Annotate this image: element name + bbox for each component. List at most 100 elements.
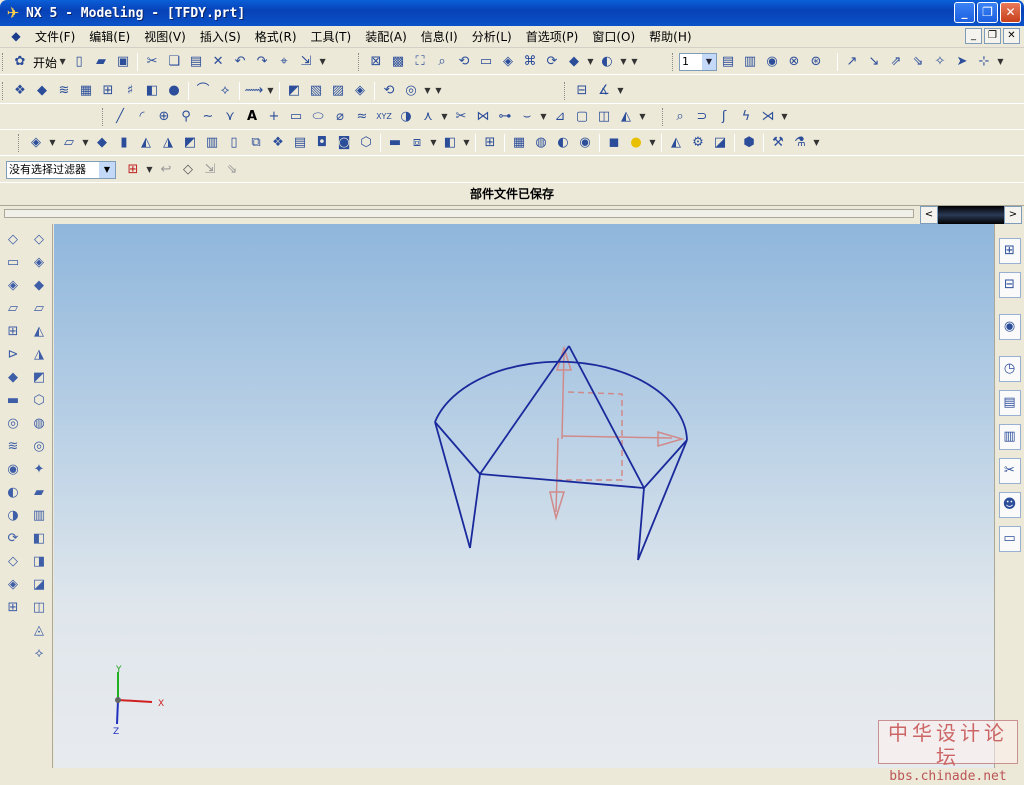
edit-1-icon[interactable]: ⌕: [670, 107, 690, 127]
measure-angle-icon[interactable]: ∡: [594, 81, 614, 101]
curve-tool-3-icon[interactable]: ⇗: [886, 52, 906, 72]
basic-point-icon[interactable]: +: [264, 107, 284, 127]
menu-file[interactable]: 文件(F): [28, 27, 82, 47]
curve-tool-7-icon[interactable]: ⊹: [974, 52, 994, 72]
menu-tools[interactable]: 工具(T): [304, 27, 359, 47]
fillet-curve-icon[interactable]: ⌣: [517, 107, 537, 127]
surface-16-icon[interactable]: ◈: [2, 574, 24, 596]
feature-2-icon[interactable]: ▮: [114, 133, 134, 153]
doc-minimize-button[interactable]: _: [965, 28, 982, 44]
app-15-icon[interactable]: ◈: [350, 81, 370, 101]
menu-assemblies[interactable]: 装配(A): [358, 27, 414, 47]
menu-help[interactable]: 帮助(H): [642, 27, 698, 47]
model-canvas[interactable]: Y X Z: [54, 224, 994, 768]
start-dropdown-icon[interactable]: ▼: [58, 52, 67, 72]
freeform-7-icon[interactable]: ◩: [28, 367, 50, 389]
pan-icon[interactable]: ▭: [476, 52, 496, 72]
curve-tool-6-icon[interactable]: ➤: [952, 52, 972, 72]
menu-edit[interactable]: 编辑(E): [82, 27, 137, 47]
web-browser-icon[interactable]: ▭: [998, 526, 1021, 552]
orient-view-icon[interactable]: ◐: [597, 52, 617, 72]
app-13-icon[interactable]: ▧: [306, 81, 326, 101]
new-icon[interactable]: ▯: [69, 52, 89, 72]
feature-27-icon[interactable]: ⚗: [790, 133, 810, 153]
perspective-icon[interactable]: ◈: [498, 52, 518, 72]
delete-icon[interactable]: ✕: [208, 52, 228, 72]
edit-4-icon[interactable]: ϟ: [736, 107, 756, 127]
filter-solid-icon[interactable]: ◇: [178, 160, 198, 180]
surface-3-icon[interactable]: ◈: [2, 275, 24, 297]
feature-22-icon[interactable]: ◭: [666, 133, 686, 153]
cube-icon[interactable]: ◼: [604, 133, 624, 153]
freeform-6-icon[interactable]: ◮: [28, 344, 50, 366]
layer-category-icon[interactable]: ⊛: [806, 52, 826, 72]
freeform-14-icon[interactable]: ◧: [28, 528, 50, 550]
filter-face-icon[interactable]: ⇘: [222, 160, 242, 180]
paste-icon[interactable]: ▤: [186, 52, 206, 72]
feature-15-icon[interactable]: ⧈: [407, 133, 427, 153]
text-icon[interactable]: A: [242, 107, 262, 127]
reuse-library-icon[interactable]: ▤: [998, 390, 1021, 416]
trim-icon[interactable]: ✂: [451, 107, 471, 127]
surface-17-icon[interactable]: ⊞: [2, 597, 24, 619]
app-9-icon[interactable]: ⌒: [193, 81, 213, 101]
feature-12-icon[interactable]: ◙: [334, 133, 354, 153]
app-11-icon[interactable]: ⟿: [244, 81, 264, 101]
start-icon[interactable]: ✿: [10, 52, 30, 72]
law-curve-icon[interactable]: ≈: [352, 107, 372, 127]
spline-icon[interactable]: ∼: [198, 107, 218, 127]
work-layer-select[interactable]: 1: [679, 53, 717, 71]
surface-7-icon[interactable]: ◆: [2, 367, 24, 389]
feature-11-icon[interactable]: ◘: [312, 133, 332, 153]
freeform-1-icon[interactable]: ◇: [28, 229, 50, 251]
copy-icon[interactable]: ❏: [164, 52, 184, 72]
constraint-navigator-icon[interactable]: ⊟: [998, 272, 1021, 298]
redo-icon[interactable]: ↷: [252, 52, 272, 72]
bridge-icon[interactable]: ⋏: [418, 107, 438, 127]
surface-14-icon[interactable]: ⟳: [2, 528, 24, 550]
app-12-icon[interactable]: ◩: [284, 81, 304, 101]
menu-format[interactable]: 格式(R): [248, 27, 304, 47]
doc-close-button[interactable]: ✕: [1003, 28, 1020, 44]
app-17-icon[interactable]: ◎: [401, 81, 421, 101]
part-navigator-icon-side[interactable]: ◉: [998, 314, 1021, 340]
freeform-2-icon[interactable]: ◈: [28, 252, 50, 274]
feature-5-icon[interactable]: ◩: [180, 133, 200, 153]
surface-13-icon[interactable]: ◑: [2, 505, 24, 527]
point-set-icon[interactable]: ⚲: [176, 107, 196, 127]
part-navigator-icon[interactable]: ◈: [26, 133, 46, 153]
freeform-10-icon[interactable]: ◎: [28, 436, 50, 458]
layer-settings-icon[interactable]: ▤: [718, 52, 738, 72]
sketch-icon[interactable]: ▱: [59, 133, 79, 153]
copy-to-layer-icon[interactable]: ⊗: [784, 52, 804, 72]
surface-1-icon[interactable]: ◇: [2, 229, 24, 251]
restore-icon[interactable]: ⌘: [520, 52, 540, 72]
curve-length-icon[interactable]: ▢: [572, 107, 592, 127]
move-to-layer-icon[interactable]: ◉: [762, 52, 782, 72]
app-14-icon[interactable]: ▨: [328, 81, 348, 101]
feature-17-icon[interactable]: ⊞: [480, 133, 500, 153]
shaded-icon[interactable]: ◆: [564, 52, 584, 72]
offset-icon[interactable]: ◑: [396, 107, 416, 127]
feature-7-icon[interactable]: ▯: [224, 133, 244, 153]
surface-8-icon[interactable]: ▬: [2, 390, 24, 412]
freeform-5-icon[interactable]: ◭: [28, 321, 50, 343]
feature-14-icon[interactable]: ▬: [385, 133, 405, 153]
rotate-icon[interactable]: ⟲: [454, 52, 474, 72]
surface-11-icon[interactable]: ◉: [2, 459, 24, 481]
surface-5-icon[interactable]: ⊞: [2, 321, 24, 343]
smooth-icon[interactable]: ◭: [616, 107, 636, 127]
roles-icon[interactable]: ☻: [998, 492, 1021, 518]
save-icon[interactable]: ▣: [113, 52, 133, 72]
studio-spline-icon[interactable]: ⋎: [220, 107, 240, 127]
app-7-icon[interactable]: ◧: [142, 81, 162, 101]
freeform-11-icon[interactable]: ✦: [28, 459, 50, 481]
refresh-icon[interactable]: ⟳: [542, 52, 562, 72]
arc-icon[interactable]: ◜: [132, 107, 152, 127]
rectangle-icon[interactable]: ▭: [286, 107, 306, 127]
start-button[interactable]: 开始: [33, 54, 57, 71]
feature-1-icon[interactable]: ◆: [92, 133, 112, 153]
freeform-4-icon[interactable]: ▱: [28, 298, 50, 320]
feature-26-icon[interactable]: ⚒: [768, 133, 788, 153]
datum-csys[interactable]: [549, 345, 685, 521]
